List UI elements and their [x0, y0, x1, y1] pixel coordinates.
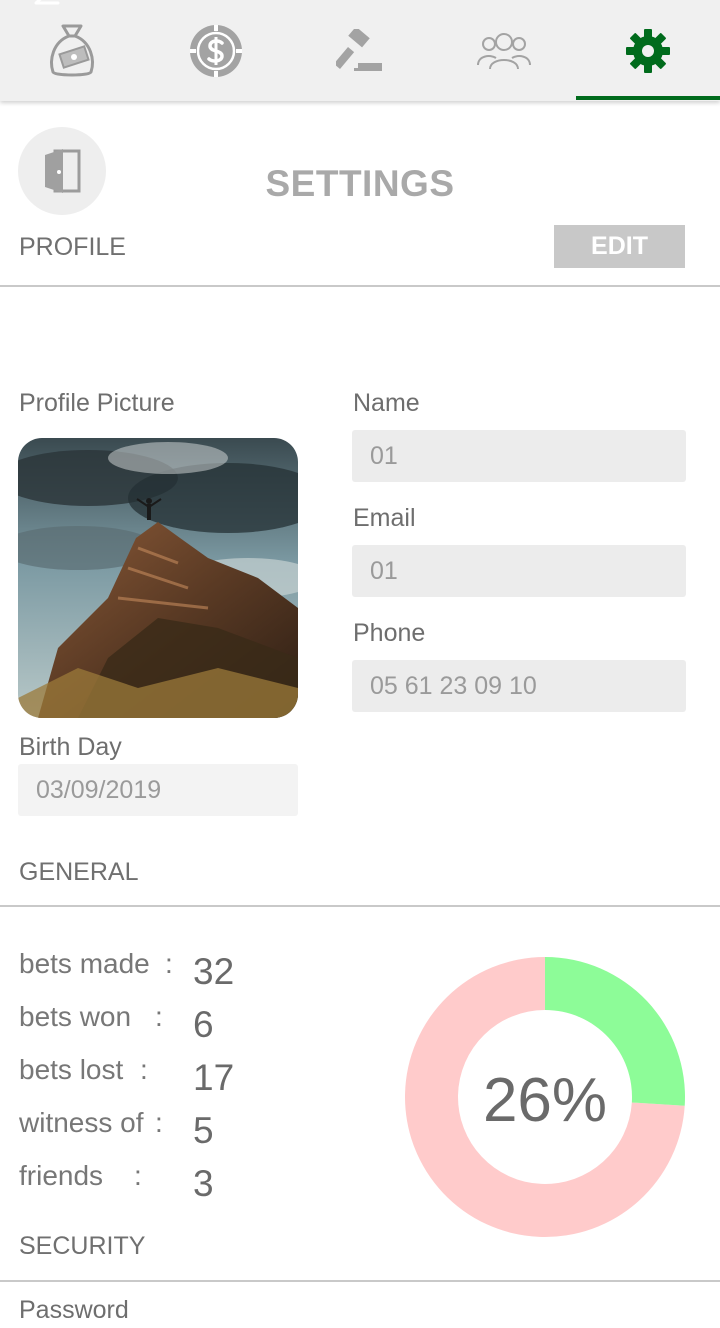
name-field[interactable]: 01: [352, 430, 686, 482]
gavel-icon: [336, 28, 382, 71]
tab-coins[interactable]: [144, 0, 288, 101]
stat-label: friends: [19, 1160, 104, 1191]
email-field[interactable]: 01: [352, 545, 686, 597]
gear-icon: [626, 28, 670, 73]
stat-value: 6: [193, 1004, 214, 1045]
stat-label: witness of: [19, 1107, 144, 1138]
birthday-field[interactable]: 03/09/2019: [18, 764, 298, 816]
birthday-label: Birth Day: [19, 733, 122, 761]
stat-colon: :: [155, 1107, 163, 1138]
group-icon: [477, 32, 531, 69]
security-section-label: SECURITY: [19, 1232, 146, 1260]
phone-label: Phone: [353, 619, 426, 647]
stat-label: bets made: [19, 948, 150, 979]
money-bag-icon: [50, 24, 94, 76]
profile-divider: [0, 285, 720, 287]
general-divider: [0, 905, 720, 907]
stat-label: bets won: [19, 1001, 132, 1032]
active-tab-indicator: [576, 96, 720, 100]
tab-settings[interactable]: [576, 0, 720, 101]
tab-friends[interactable]: [432, 0, 576, 101]
page-title: SETTINGS: [265, 163, 455, 204]
tab-bets[interactable]: [0, 0, 144, 101]
edit-button[interactable]: EDIT: [554, 225, 685, 268]
stat-value: 17: [193, 1057, 235, 1098]
tab-bar: [0, 0, 720, 101]
stat-label: bets lost: [19, 1054, 124, 1085]
stat-value: 32: [193, 951, 235, 992]
security-divider: [0, 1280, 720, 1282]
stat-colon: :: [165, 948, 173, 979]
general-section-label: GENERAL: [19, 858, 139, 886]
stat-colon: :: [155, 1001, 163, 1032]
win-rate-percentage: 26%: [482, 1066, 608, 1135]
email-label: Email: [353, 504, 416, 532]
profile-picture-label: Profile Picture: [19, 389, 175, 417]
stat-value: 5: [193, 1110, 214, 1151]
tab-judge[interactable]: [288, 0, 432, 101]
dollar-coin-icon: [190, 24, 242, 77]
password-label[interactable]: Password: [19, 1296, 129, 1325]
profile-photo-image: [18, 438, 298, 718]
stat-colon: :: [134, 1160, 142, 1191]
phone-field[interactable]: 05 61 23 09 10: [352, 660, 686, 712]
name-label: Name: [353, 389, 420, 417]
stat-value: 3: [193, 1163, 214, 1204]
stat-colon: :: [140, 1054, 148, 1085]
profile-picture[interactable]: [18, 438, 298, 718]
profile-section-label: PROFILE: [19, 233, 126, 261]
